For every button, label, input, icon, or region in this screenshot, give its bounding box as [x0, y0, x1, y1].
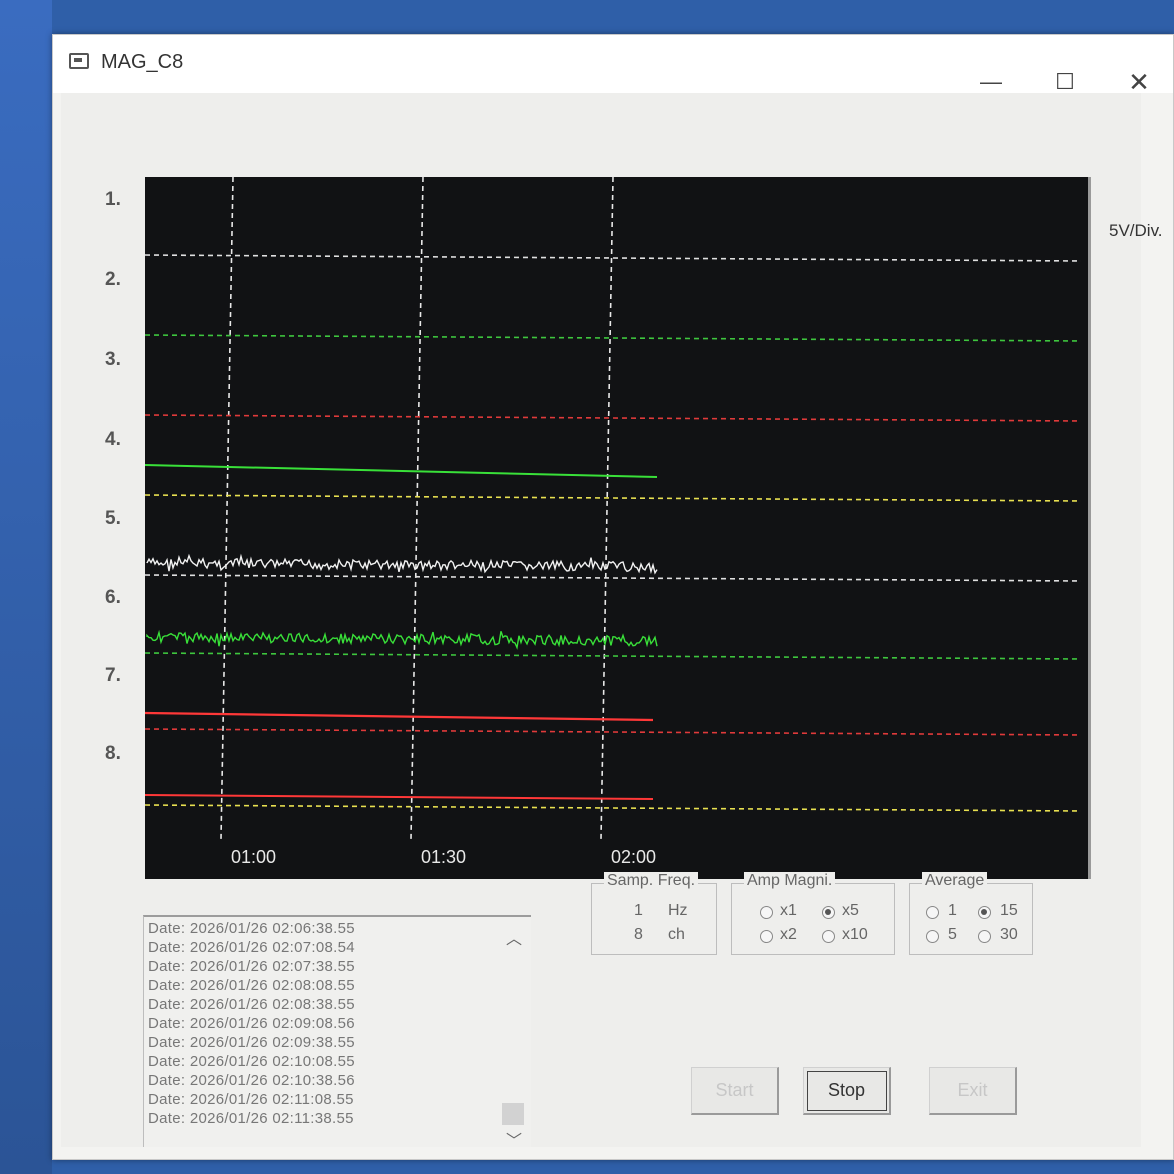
channel-baseline-2: [145, 334, 1082, 342]
channel-label-1: 1.: [105, 189, 121, 210]
client-area: 1. 2. 3. 4. 5. 6. 7. 8. 5V/Div. 01:00 01:…: [61, 93, 1163, 1150]
scroll-up-arrow-icon[interactable]: ︿: [504, 925, 524, 948]
log-entry: Date: 2026/01/26 02:07:38.55: [148, 958, 355, 975]
trace-channel-4: [145, 464, 658, 478]
channel-baseline-8: [145, 804, 1082, 812]
channel-baseline-5: [145, 574, 1082, 582]
samp-freq-group: Samp. Freq. 1 Hz 8 ch: [591, 872, 717, 955]
scrollbar-thumb[interactable]: [502, 1103, 524, 1125]
average-radio-30[interactable]: [978, 930, 991, 943]
amp-radio-x2[interactable]: [760, 930, 773, 943]
amp-radio-x5[interactable]: [822, 906, 835, 919]
channel-label-8: 8.: [105, 743, 121, 764]
exit-button[interactable]: Exit: [929, 1067, 1017, 1115]
trace-channel-7: [145, 711, 654, 722]
amp-magni-title: Amp Magni.: [744, 872, 836, 890]
amp-option-x1: x1: [780, 902, 797, 919]
average-option-1: 1: [948, 902, 957, 919]
channel-label-5: 5.: [105, 508, 121, 529]
channel-baseline-1: [145, 254, 1082, 262]
waveform-canvas: 01:00 01:30 02:00: [145, 177, 1082, 867]
start-button[interactable]: Start: [691, 1067, 779, 1115]
timestamp-log-list[interactable]: Date: 2026/01/26 02:06:38.55 Date: 2026/0…: [143, 915, 531, 1150]
amp-option-x2: x2: [780, 926, 797, 943]
trace-channel-5: [146, 553, 658, 575]
time-label-1: 01:00: [231, 847, 276, 867]
log-entry: Date: 2026/01/26 02:09:08.56: [148, 1015, 355, 1032]
stop-button[interactable]: Stop: [803, 1067, 891, 1115]
log-entry: Date: 2026/01/26 02:09:38.55: [148, 1034, 355, 1051]
time-label-2: 01:30: [421, 847, 466, 867]
log-entry: Date: 2026/01/26 02:11:38.55: [148, 1110, 354, 1127]
log-entry: Date: 2026/01/26 02:08:08.55: [148, 977, 355, 994]
log-entry: Date: 2026/01/26 02:08:38.55: [148, 996, 355, 1013]
log-entry: Date: 2026/01/26 02:07:08.54: [148, 939, 355, 956]
average-radio-1[interactable]: [926, 906, 939, 919]
time-gridline-1: [220, 177, 234, 840]
log-entry: Date: 2026/01/26 02:06:38.55: [148, 920, 355, 937]
average-option-15: 15: [1000, 902, 1018, 919]
average-radio-5[interactable]: [926, 930, 939, 943]
amp-magni-group: Amp Magni. x1 x5 x2 x10: [731, 872, 895, 955]
amp-radio-x10[interactable]: [822, 930, 835, 943]
average-option-30: 30: [1000, 926, 1018, 943]
channel-count-unit: ch: [668, 926, 685, 943]
channel-label-4: 4.: [105, 429, 121, 450]
window-title: MAG_C8: [101, 51, 184, 73]
average-group: Average 1 15 5 30: [909, 872, 1033, 955]
time-gridline-3: [600, 177, 614, 840]
log-entry: Date: 2026/01/26 02:10:08.55: [148, 1053, 355, 1070]
channel-baseline-6: [145, 652, 1082, 660]
title-bar[interactable]: MAG_C8 — ☐ ✕: [53, 35, 1173, 97]
samp-freq-value: 1: [634, 902, 643, 919]
channel-label-3: 3.: [105, 349, 121, 370]
waveform-plot: 01:00 01:30 02:00: [145, 177, 1091, 879]
average-option-5: 5: [948, 926, 957, 943]
app-window-icon: [69, 53, 89, 69]
channel-baseline-4: [145, 494, 1082, 502]
samp-freq-unit: Hz: [668, 902, 688, 919]
average-title: Average: [922, 872, 988, 890]
time-gridline-2: [410, 177, 424, 840]
scale-unit-label: 5V/Div.: [1109, 221, 1163, 240]
channel-count-value: 8: [634, 926, 643, 943]
channel-label-6: 6.: [105, 587, 121, 608]
desktop-background: [0, 0, 52, 1174]
app-window: MAG_C8 — ☐ ✕ 1. 2. 3. 4. 5. 6. 7. 8. 5V/…: [52, 34, 1174, 1160]
time-label-3: 02:00: [611, 847, 656, 867]
amp-option-x5: x5: [842, 902, 859, 919]
average-radio-15[interactable]: [978, 906, 991, 919]
amp-radio-x1[interactable]: [760, 906, 773, 919]
channel-label-2: 2.: [105, 269, 121, 290]
channel-baseline-3: [145, 414, 1082, 422]
samp-freq-title: Samp. Freq.: [604, 872, 699, 890]
log-entry: Date: 2026/01/26 02:10:38.56: [148, 1072, 355, 1089]
trace-channel-6: [146, 629, 658, 650]
log-entry: Date: 2026/01/26 02:11:08.55: [148, 1091, 354, 1108]
channel-label-7: 7.: [105, 665, 121, 686]
amp-option-x10: x10: [842, 926, 868, 943]
channel-baseline-7: [145, 728, 1082, 736]
scroll-down-arrow-icon[interactable]: ﹀: [504, 1127, 524, 1150]
